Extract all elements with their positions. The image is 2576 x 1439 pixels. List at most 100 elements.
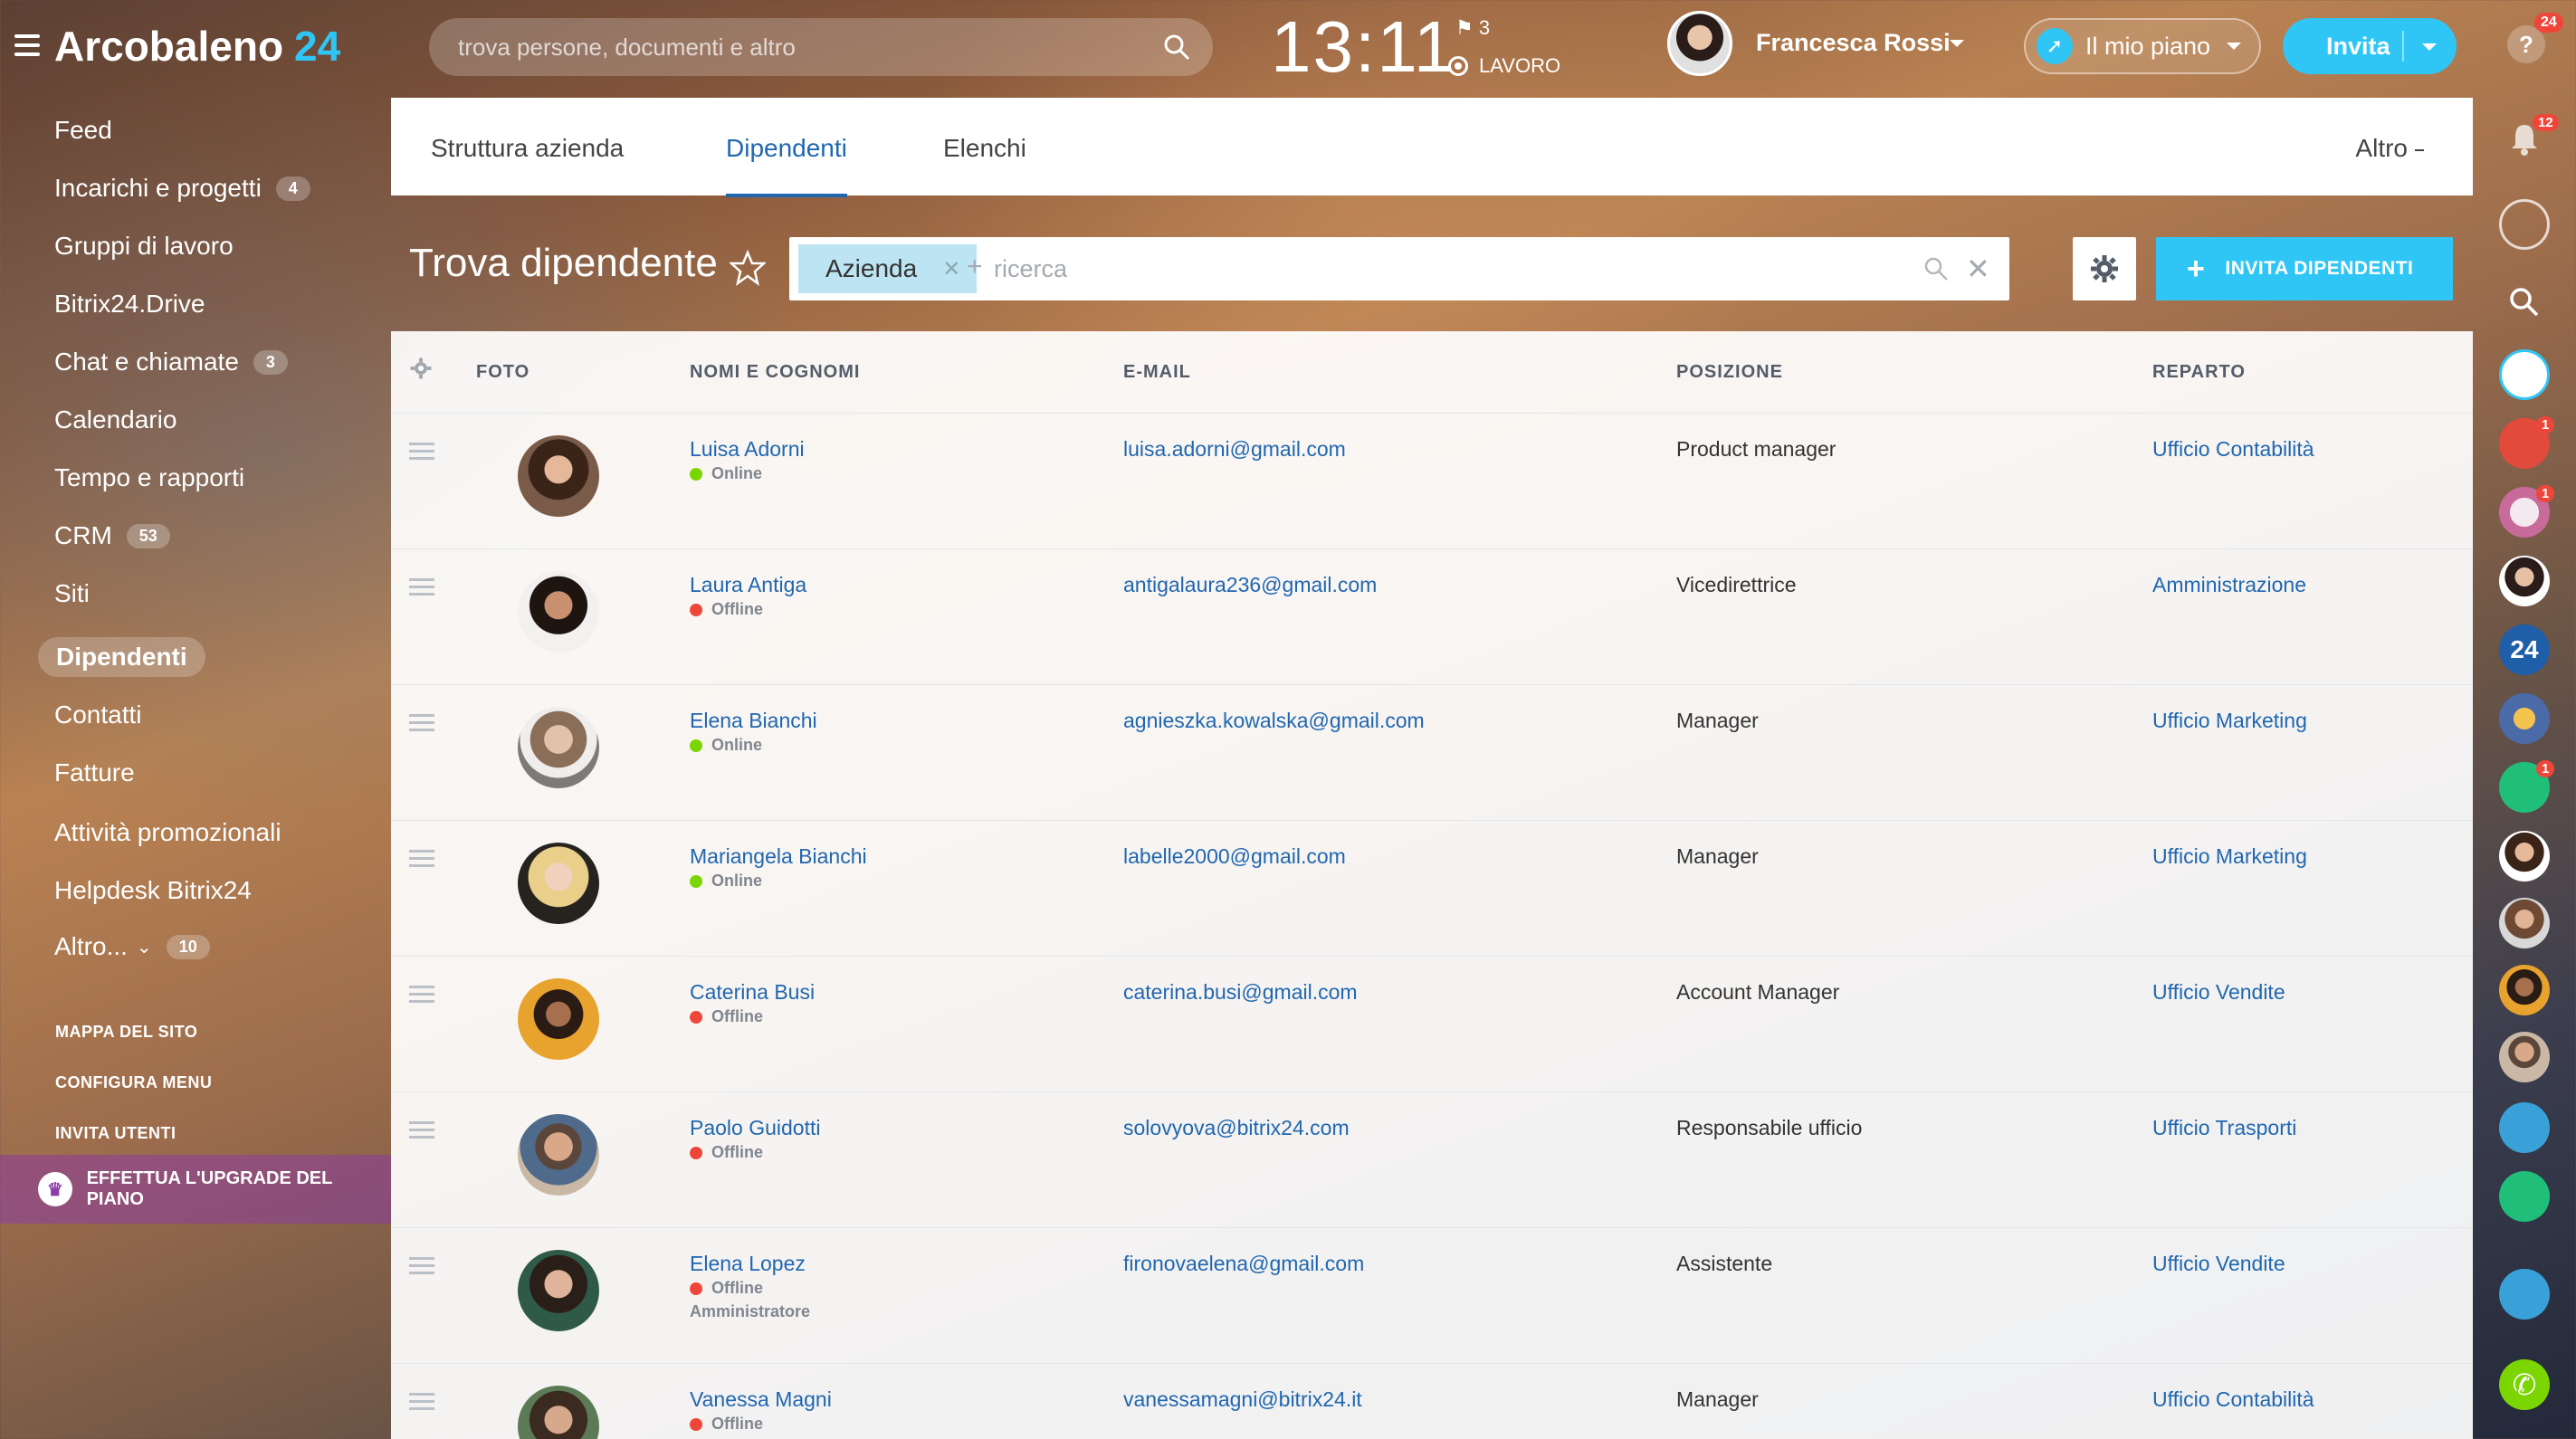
table-row[interactable]: Luisa Adorni Online luisa.adorni@gmail.c… bbox=[391, 413, 2473, 548]
lock-icon[interactable] bbox=[2499, 1171, 2550, 1222]
sidebar-item-more[interactable]: Altro... ⌄ 10 bbox=[54, 932, 210, 961]
email-link[interactable]: vanessamagni@bitrix24.it bbox=[1123, 1387, 1362, 1412]
sidebar-item-tasks[interactable]: Incarichi e progetti 4 bbox=[54, 174, 310, 203]
department-link[interactable]: Ufficio Marketing bbox=[2152, 709, 2307, 733]
avatar[interactable] bbox=[518, 1386, 599, 1439]
department-link[interactable]: Ufficio Contabilità bbox=[2152, 1387, 2314, 1412]
megaphone-icon[interactable] bbox=[2499, 1102, 2550, 1153]
employee-name-link[interactable]: Laura Antiga bbox=[690, 573, 806, 597]
table-row[interactable]: Laura Antiga Offline antigalaura236@gmai… bbox=[391, 548, 2473, 684]
header-name[interactable]: NOMI E COGNOMI bbox=[690, 362, 860, 383]
invite-dropdown-chevron-icon[interactable] bbox=[2422, 43, 2437, 58]
filter-chip-company[interactable]: Azienda ✕ bbox=[798, 244, 978, 293]
drag-handle-icon[interactable] bbox=[409, 850, 434, 872]
avatar[interactable] bbox=[518, 571, 599, 653]
user-name[interactable]: Francesca Rossi bbox=[1756, 29, 1951, 57]
invite-users-link[interactable]: INVITA UTENTI bbox=[55, 1124, 177, 1143]
header-position[interactable]: POSIZIONE bbox=[1676, 362, 1783, 383]
global-search-input[interactable] bbox=[458, 18, 1146, 76]
employee-name-link[interactable]: Vanessa Magni bbox=[690, 1387, 832, 1412]
user-avatar[interactable] bbox=[1667, 11, 1732, 76]
sidebar-item-helpdesk[interactable]: Helpdesk Bitrix24 bbox=[54, 876, 252, 905]
avatar[interactable] bbox=[518, 435, 599, 517]
clear-filter-icon[interactable]: ✕ bbox=[1966, 252, 1990, 286]
sidebar-item-calendar[interactable]: Calendario bbox=[54, 405, 177, 434]
employee-name-link[interactable]: Elena Lopez bbox=[690, 1252, 806, 1276]
search-icon[interactable] bbox=[1162, 33, 1191, 62]
department-link[interactable]: Ufficio Vendite bbox=[2152, 1252, 2285, 1276]
contact-avatar[interactable] bbox=[2499, 1032, 2550, 1082]
department-link[interactable]: Ufficio Vendite bbox=[2152, 980, 2285, 1005]
header-email[interactable]: E-MAIL bbox=[1123, 362, 1191, 383]
flag-count[interactable]: ⚑ 3 bbox=[1455, 16, 1490, 40]
drag-handle-icon[interactable] bbox=[409, 1393, 434, 1415]
clock-time[interactable]: 13:11 bbox=[1271, 5, 1455, 89]
document-icon[interactable] bbox=[2499, 1269, 2550, 1320]
sidebar-item-drive[interactable]: Bitrix24.Drive bbox=[54, 290, 205, 319]
email-link[interactable]: antigalaura236@gmail.com bbox=[1123, 573, 1377, 597]
department-link[interactable]: Ufficio Marketing bbox=[2152, 844, 2307, 869]
sidebar-item-chat[interactable]: Chat e chiamate 3 bbox=[54, 348, 288, 376]
settings-button[interactable] bbox=[2073, 237, 2136, 300]
employee-name-link[interactable]: Mariangela Bianchi bbox=[690, 844, 867, 869]
open-channel-icon[interactable] bbox=[2499, 349, 2550, 400]
avatar[interactable] bbox=[518, 843, 599, 924]
contact-avatar[interactable] bbox=[2499, 556, 2550, 606]
employee-name-link[interactable]: Elena Bianchi bbox=[690, 709, 817, 733]
table-row[interactable]: Elena Bianchi Online agnieszka.kowalska@… bbox=[391, 684, 2473, 820]
header-department[interactable]: REPARTO bbox=[2152, 362, 2246, 383]
tab-employees[interactable]: Dipendenti bbox=[726, 134, 847, 197]
group-chat-avatar[interactable] bbox=[2499, 693, 2550, 744]
drag-handle-icon[interactable] bbox=[409, 578, 434, 600]
search-icon[interactable] bbox=[1922, 255, 1950, 282]
drag-handle-icon[interactable] bbox=[409, 443, 434, 464]
menu-burger-icon[interactable] bbox=[14, 34, 40, 56]
configure-menu-link[interactable]: CONFIGURA MENU bbox=[55, 1073, 212, 1092]
table-row[interactable]: Vanessa Magni Offline vanessamagni@bitri… bbox=[391, 1363, 2473, 1439]
email-link[interactable]: luisa.adorni@gmail.com bbox=[1123, 437, 1346, 462]
sidebar-item-invoices[interactable]: Fatture bbox=[54, 758, 135, 787]
sidebar-item-contacts[interactable]: Contatti bbox=[54, 700, 142, 729]
calendar-icon[interactable]: 24 bbox=[2499, 624, 2550, 675]
my-plan-button[interactable]: ➚ Il mio piano bbox=[2024, 18, 2261, 74]
contact-avatar[interactable] bbox=[2499, 965, 2550, 1015]
invite-button[interactable]: Invita bbox=[2283, 18, 2457, 74]
email-link[interactable]: labelle2000@gmail.com bbox=[1123, 844, 1346, 869]
email-link[interactable]: agnieszka.kowalska@gmail.com bbox=[1123, 709, 1425, 733]
sitemap-link[interactable]: MAPPA DEL SITO bbox=[55, 1023, 197, 1042]
table-row[interactable]: Paolo Guidotti Offline solovyova@bitrix2… bbox=[391, 1091, 2473, 1227]
sidebar-item-workgroups[interactable]: Gruppi di lavoro bbox=[54, 232, 234, 261]
contact-avatar[interactable] bbox=[2499, 831, 2550, 882]
global-search[interactable] bbox=[429, 18, 1213, 76]
chat-icon[interactable] bbox=[2499, 199, 2550, 250]
sidebar-item-promotions[interactable]: Attività promozionali bbox=[54, 818, 281, 847]
sidebar-item-crm[interactable]: CRM 53 bbox=[54, 521, 170, 550]
app-logo[interactable]: Arcobaleno 24 bbox=[54, 22, 340, 71]
department-link[interactable]: Ufficio Trasporti bbox=[2152, 1116, 2296, 1140]
drag-handle-icon[interactable] bbox=[409, 1121, 434, 1143]
avatar[interactable] bbox=[518, 1250, 599, 1331]
table-row[interactable]: Elena Lopez Offline Amministratore firon… bbox=[391, 1227, 2473, 1363]
invite-employees-button[interactable]: + INVITA DIPENDENTI bbox=[2156, 237, 2453, 300]
table-row[interactable]: Mariangela Bianchi Online labelle2000@gm… bbox=[391, 820, 2473, 956]
contact-avatar[interactable] bbox=[2499, 898, 2550, 948]
chip-remove-icon[interactable]: ✕ bbox=[942, 256, 960, 282]
filter-search-input[interactable] bbox=[994, 237, 1808, 300]
email-link[interactable]: caterina.busi@gmail.com bbox=[1123, 980, 1358, 1005]
search-icon[interactable] bbox=[2499, 277, 2550, 328]
user-menu-chevron-icon[interactable] bbox=[1950, 40, 1964, 54]
drag-handle-icon[interactable] bbox=[409, 714, 434, 736]
work-status[interactable]: LAVORO bbox=[1448, 54, 1560, 78]
drag-handle-icon[interactable] bbox=[409, 986, 434, 1007]
phone-icon[interactable]: ✆ bbox=[2499, 1359, 2550, 1410]
employee-name-link[interactable]: Caterina Busi bbox=[690, 980, 815, 1005]
sidebar-item-feed[interactable]: Feed bbox=[54, 116, 112, 145]
department-link[interactable]: Ufficio Contabilità bbox=[2152, 437, 2314, 462]
email-link[interactable]: fironovaelena@gmail.com bbox=[1123, 1252, 1364, 1276]
email-link[interactable]: solovyova@bitrix24.com bbox=[1123, 1116, 1350, 1140]
tab-company-structure[interactable]: Struttura azienda bbox=[431, 134, 624, 163]
employee-name-link[interactable]: Luisa Adorni bbox=[690, 437, 805, 462]
avatar[interactable] bbox=[518, 978, 599, 1060]
column-settings-gear-icon[interactable] bbox=[409, 357, 433, 380]
tab-lists[interactable]: Elenchi bbox=[943, 134, 1026, 163]
